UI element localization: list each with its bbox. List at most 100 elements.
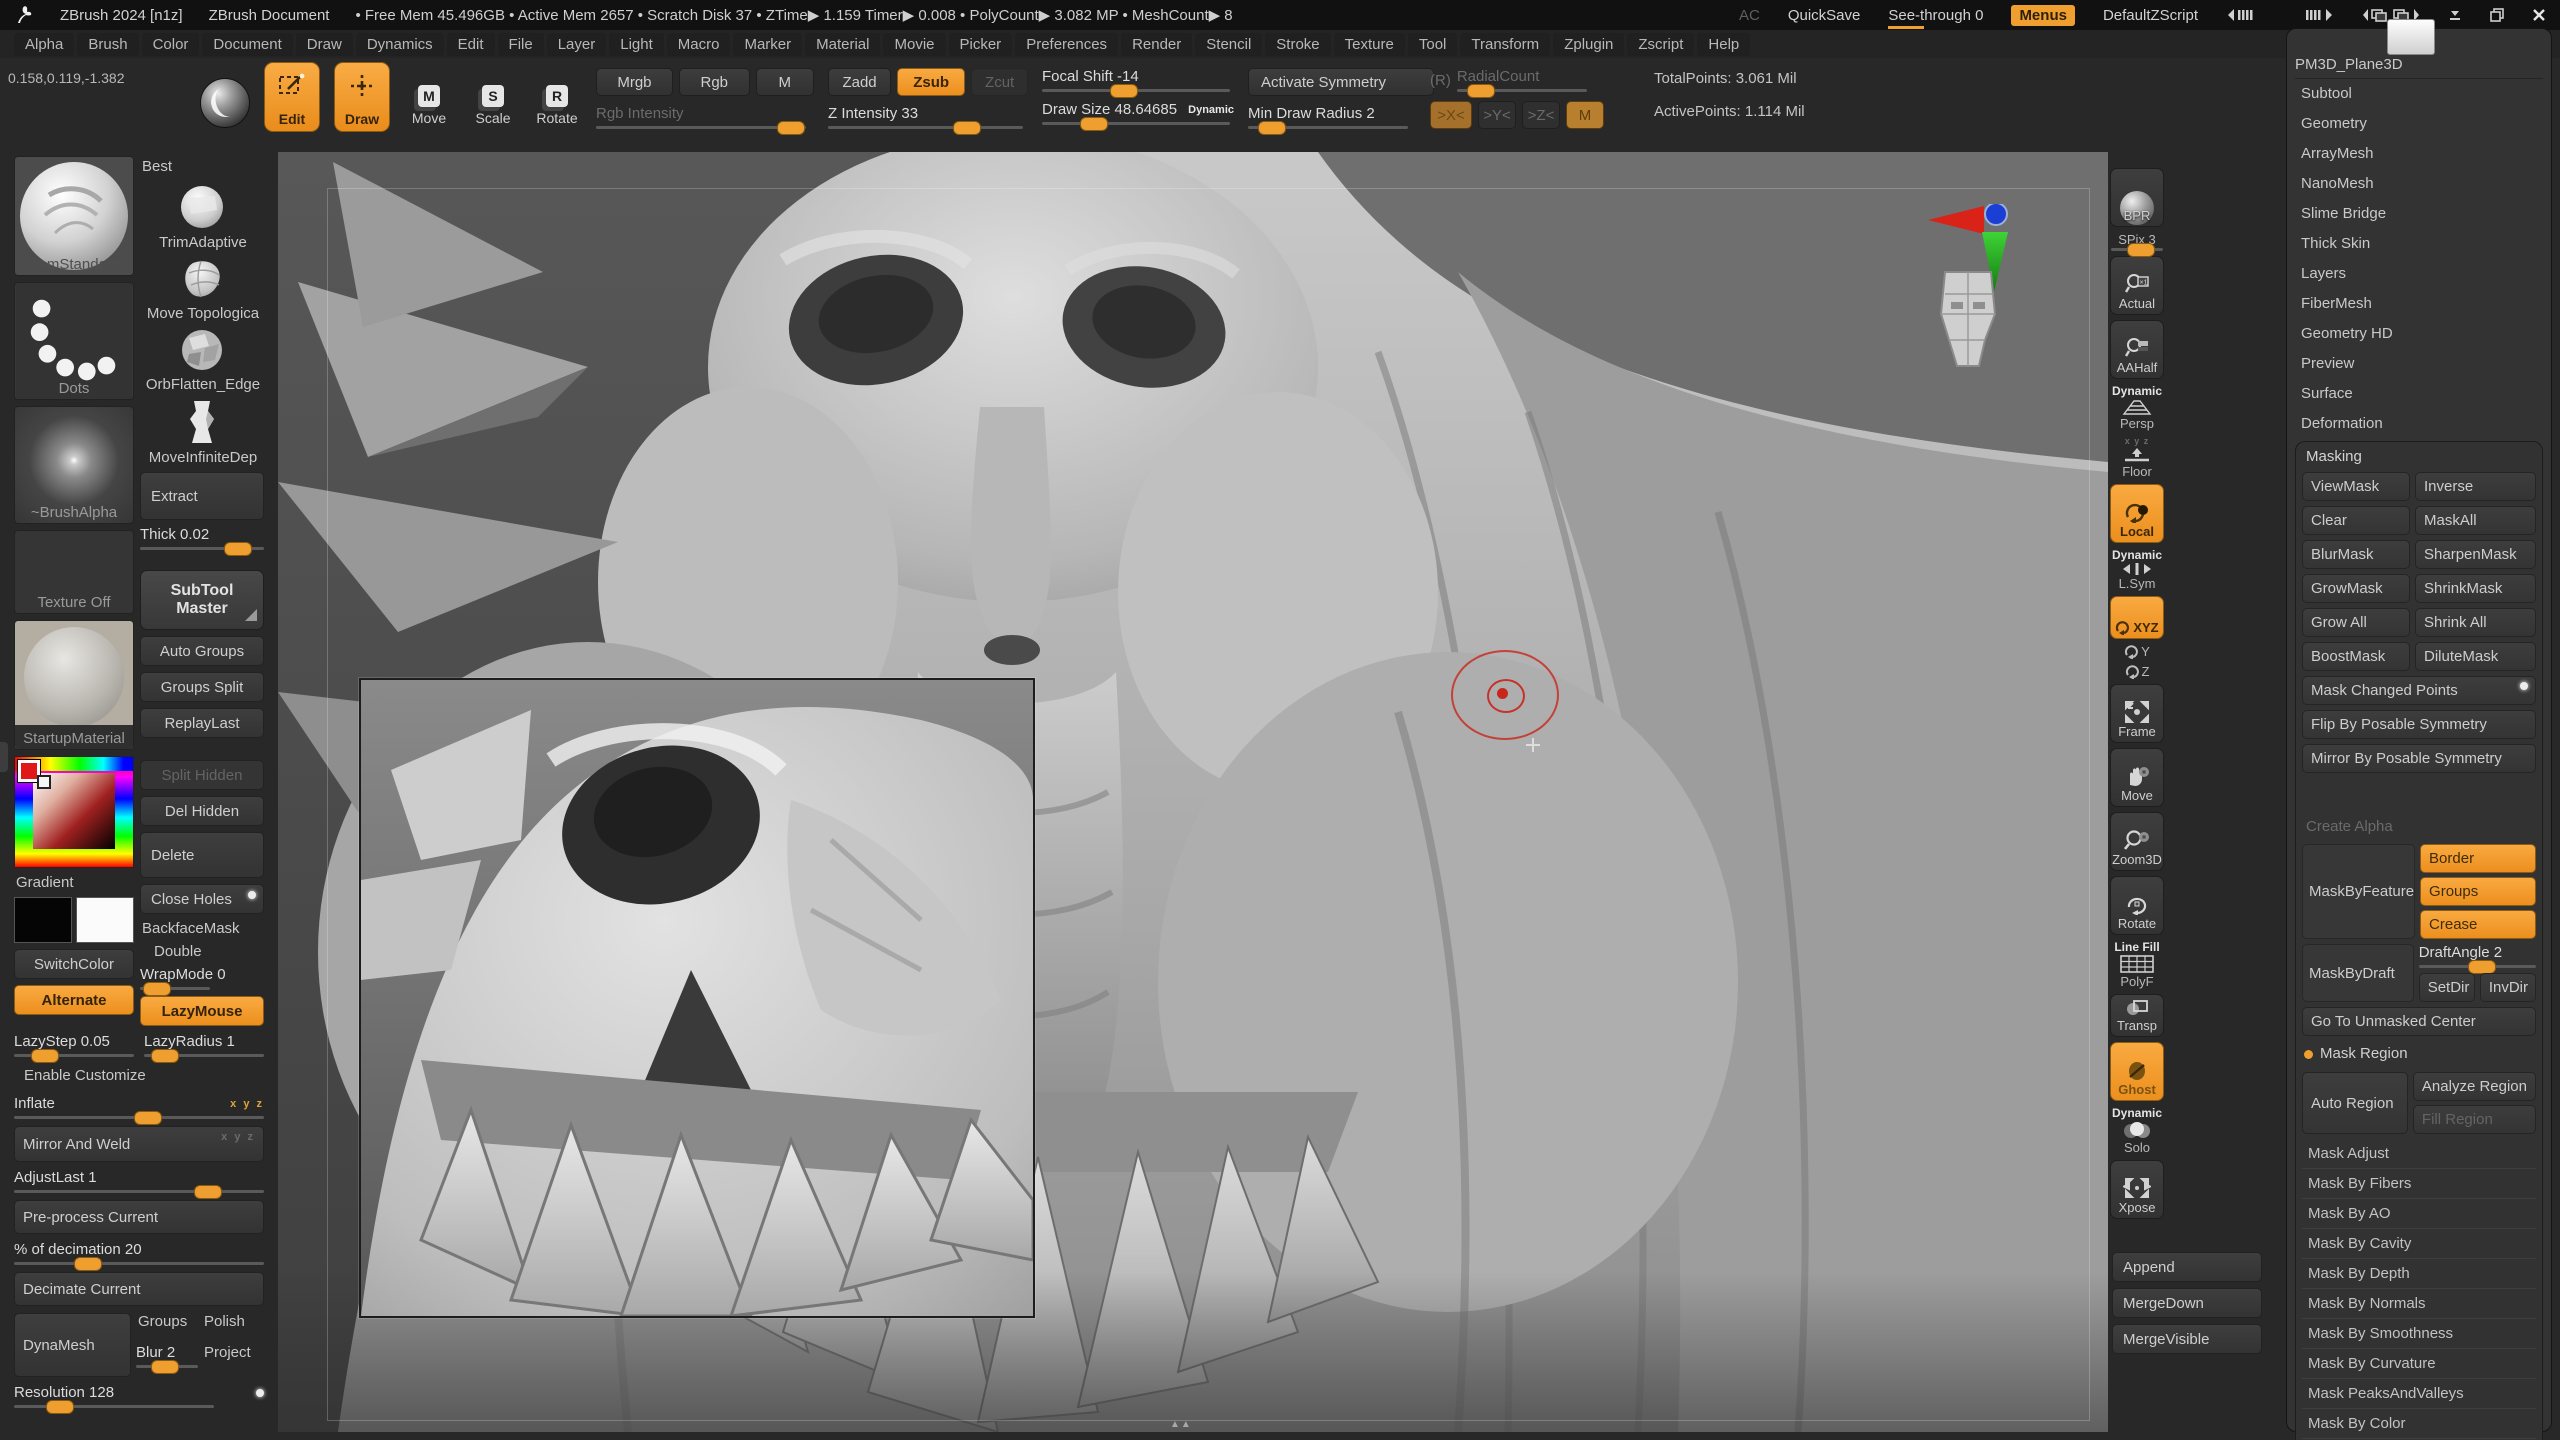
menu-preferences[interactable]: Preferences <box>1015 33 1118 56</box>
clear-button[interactable]: Clear <box>2302 506 2410 535</box>
min-draw-radius-slider[interactable] <box>1248 126 1408 129</box>
menu-dynamics[interactable]: Dynamics <box>356 33 444 56</box>
menu-draw[interactable]: Draw <box>296 33 353 56</box>
zoom3d-button[interactable]: Zoom3D <box>2110 812 2164 871</box>
section-layers[interactable]: Layers <box>2295 259 2543 289</box>
transp-button[interactable]: Transp <box>2110 994 2164 1037</box>
mask-adjust-item[interactable]: Mask Adjust <box>2302 1139 2536 1168</box>
mrgb-button[interactable]: Mrgb <box>596 68 673 96</box>
mask-by-cavity-item[interactable]: Mask By Cavity <box>2302 1228 2536 1258</box>
dynamic-persp-button[interactable]: Dynamic Persp <box>2112 384 2162 431</box>
symmetry-y-button[interactable]: >Y< <box>1478 101 1516 129</box>
zcut-button[interactable]: Zcut <box>971 68 1028 96</box>
activate-symmetry-button[interactable]: Activate Symmetry <box>1248 68 1434 96</box>
quicksave-button[interactable]: QuickSave <box>1788 7 1861 24</box>
feature-crease-button[interactable]: Crease <box>2420 910 2536 939</box>
adjustlast-slider[interactable] <box>14 1190 264 1193</box>
draft-angle-slider[interactable]: DraftAngle 2 <box>2419 944 2536 968</box>
m-button[interactable]: M <box>756 68 814 96</box>
thick-slider[interactable] <box>140 547 264 550</box>
color-picker[interactable] <box>14 756 134 868</box>
solo-button[interactable]: Dynamic Solo <box>2112 1106 2162 1155</box>
symmetry-x-button[interactable]: >X< <box>1430 101 1472 129</box>
go-to-unmasked-center-button[interactable]: Go To Unmasked Center <box>2302 1007 2536 1036</box>
mask-changed-points-button[interactable]: Mask Changed Points <box>2302 676 2536 705</box>
draw-mode-button[interactable]: Draw <box>334 62 390 132</box>
polyframe-button[interactable]: Line Fill PolyF <box>2114 940 2159 989</box>
mask-by-depth-item[interactable]: Mask By Depth <box>2302 1258 2536 1288</box>
section-preview[interactable]: Preview <box>2295 349 2543 379</box>
secondary-color-swatch[interactable] <box>76 897 134 943</box>
section-surface[interactable]: Surface <box>2295 379 2543 409</box>
auto-region-button[interactable]: Auto Region <box>2302 1072 2408 1134</box>
brush-item-movetopological[interactable]: Move Topologica <box>140 257 264 322</box>
fill-region-button[interactable]: Fill Region <box>2413 1105 2536 1134</box>
alternate-button[interactable]: Alternate <box>14 985 134 1015</box>
wrap-mode-slider[interactable] <box>140 987 210 990</box>
best-render-button[interactable]: Best <box>140 156 264 178</box>
menu-movie[interactable]: Movie <box>883 33 945 56</box>
restore-button[interactable] <box>2490 8 2504 22</box>
menu-material[interactable]: Material <box>805 33 880 56</box>
section-deformation[interactable]: Deformation <box>2295 409 2543 439</box>
growall-button[interactable]: Grow All <box>2302 608 2410 637</box>
subtool-master-button[interactable]: SubTool Master <box>140 570 264 630</box>
move-mode-button[interactable]: M Move <box>404 62 454 130</box>
menu-stencil[interactable]: Stencil <box>1195 33 1262 56</box>
dynamesh-project-toggle[interactable]: Project <box>202 1344 264 1378</box>
move-view-button[interactable]: Move <box>2110 748 2164 807</box>
analyze-region-button[interactable]: Analyze Region <box>2413 1072 2536 1101</box>
default-zscript-button[interactable]: DefaultZScript <box>2103 7 2198 24</box>
replay-last-button[interactable]: ReplayLast <box>140 708 264 738</box>
menu-texture[interactable]: Texture <box>1334 33 1405 56</box>
right-tray-toggle-icon[interactable] <box>2294 8 2334 22</box>
texture-thumbnail[interactable]: Texture Off <box>14 530 134 614</box>
floor-button[interactable]: x y z Floor <box>2122 436 2152 479</box>
close-button[interactable] <box>2532 8 2546 22</box>
mask-region-toggle[interactable]: Mask Region <box>2302 1041 2536 1067</box>
enable-customize-button[interactable]: Enable Customize <box>14 1064 264 1088</box>
brush-item-moveinfinitedepth[interactable]: MoveInfiniteDep <box>140 399 264 466</box>
mask-by-color-item[interactable]: Mask By Color <box>2302 1408 2536 1438</box>
tool-header[interactable]: PM3D_Plane3D <box>2295 33 2543 79</box>
create-alpha-button[interactable]: Create Alpha <box>2302 815 2536 839</box>
lazystep-slider[interactable] <box>14 1054 134 1057</box>
section-geometryhd[interactable]: Geometry HD <box>2295 319 2543 349</box>
switchcolor-button[interactable]: SwitchColor <box>14 949 134 979</box>
feature-border-button[interactable]: Border <box>2420 844 2536 873</box>
scale-mode-button[interactable]: S Scale <box>468 62 518 130</box>
menu-picker[interactable]: Picker <box>949 33 1013 56</box>
menu-zplugin[interactable]: Zplugin <box>1553 33 1624 56</box>
section-slimebridge[interactable]: Slime Bridge <box>2295 199 2543 229</box>
material-thumbnail[interactable]: StartupMaterial <box>14 620 134 750</box>
actual-size-button[interactable]: ×1 Actual <box>2110 256 2164 315</box>
menu-edit[interactable]: Edit <box>447 33 495 56</box>
mask-peaksandvalleys-item[interactable]: Mask PeaksAndValleys <box>2302 1378 2536 1408</box>
append-button[interactable]: Append <box>2112 1252 2262 1282</box>
growmask-button[interactable]: GrowMask <box>2302 574 2410 603</box>
symmetry-m-button[interactable]: M <box>1566 101 1604 129</box>
gradient-label[interactable]: Gradient <box>14 874 134 891</box>
section-arraymesh[interactable]: ArrayMesh <box>2295 139 2543 169</box>
mirror-axis-toggles[interactable]: x y z <box>221 1131 255 1143</box>
frame-button[interactable]: Frame <box>2110 684 2164 743</box>
mask-by-fibers-item[interactable]: Mask By Fibers <box>2302 1168 2536 1198</box>
mergedown-button[interactable]: MergeDown <box>2112 1288 2262 1318</box>
lsym-button[interactable]: Dynamic L.Sym <box>2112 548 2162 591</box>
current-material-button[interactable] <box>200 78 250 128</box>
local-symmetry-button[interactable]: Local <box>2110 484 2164 543</box>
setdir-button[interactable]: SetDir <box>2419 973 2475 1002</box>
mergevisible-button[interactable]: MergeVisible <box>2112 1324 2262 1354</box>
dynamesh-button[interactable]: DynaMesh <box>14 1313 131 1377</box>
canvas-tray-handle[interactable]: ▲▲ <box>1170 1419 1192 1430</box>
menu-tool[interactable]: Tool <box>1408 33 1458 56</box>
delete-button[interactable]: Delete <box>140 832 264 878</box>
mirror-and-weld-button[interactable]: Mirror And Weld x y z <box>14 1126 264 1162</box>
xpose-button[interactable]: Xpose <box>2110 1160 2164 1219</box>
menu-render[interactable]: Render <box>1121 33 1192 56</box>
menu-marker[interactable]: Marker <box>733 33 802 56</box>
menu-help[interactable]: Help <box>1697 33 1750 56</box>
inflate-axis-toggles[interactable]: x y z <box>230 1098 264 1110</box>
radial-count-slider[interactable] <box>1457 89 1587 92</box>
menu-alpha[interactable]: Alpha <box>14 33 74 56</box>
